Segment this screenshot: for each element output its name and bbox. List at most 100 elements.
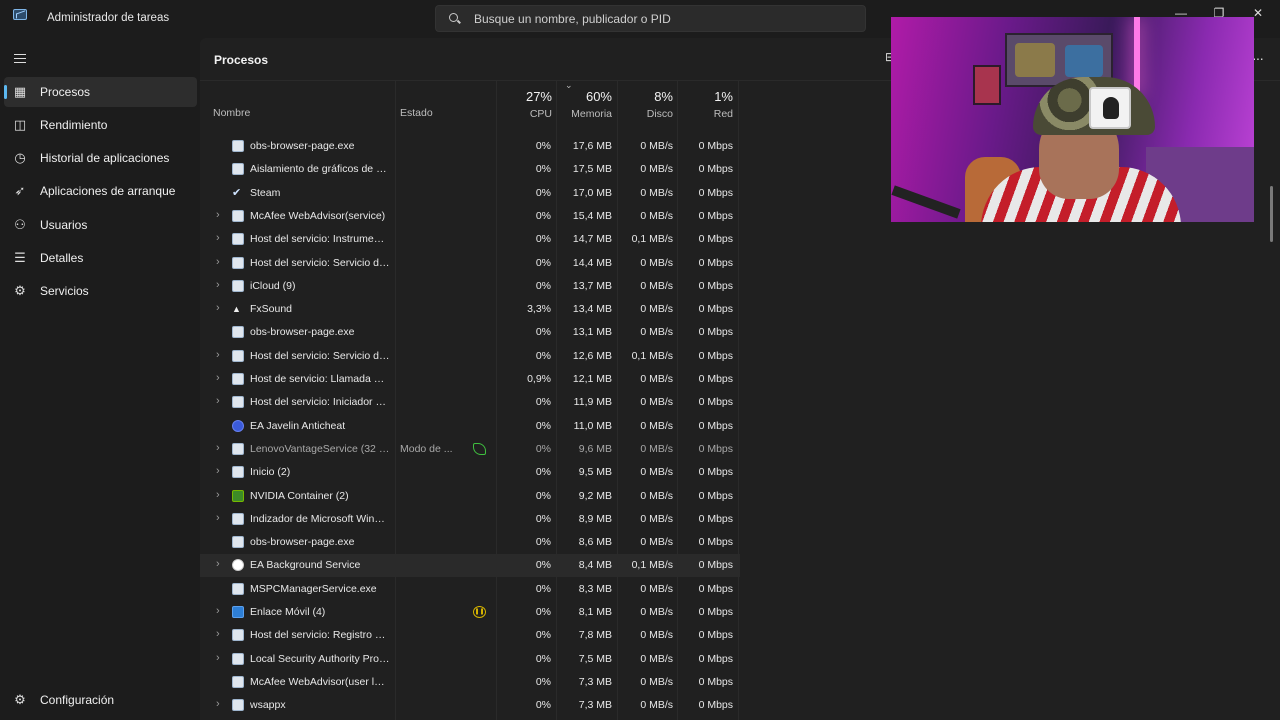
table-row[interactable]: › Host del servicio: Instrumental... 0% 14,… xyxy=(200,228,740,251)
table-row[interactable]: › wsappx 0% 7,3 MB 0 MB/s 0 Mbps xyxy=(200,694,740,717)
memory-value: 7,3 MB xyxy=(578,699,612,712)
sidebar-item-arranque[interactable]: ➶ Aplicaciones de arranque xyxy=(4,176,197,206)
process-name: Host del servicio: Instrumental... xyxy=(250,233,390,246)
table-row[interactable]: › iCloud (9) 0% 13,7 MB 0 MB/s 0 Mbps xyxy=(200,275,740,298)
table-row[interactable]: ✔ Steam 0% 17,0 MB 0 MB/s 0 Mbps xyxy=(200,182,740,205)
column-header-disk[interactable]: 8% Disco xyxy=(617,80,677,120)
expand-chevron-icon[interactable]: › xyxy=(216,489,220,501)
cpu-value: 0% xyxy=(535,209,551,222)
ea-anticheat-icon xyxy=(232,419,244,432)
table-row[interactable]: › Host del servicio: Servicio de ... 0% 12,… xyxy=(200,345,740,368)
table-row[interactable]: › EA Background Service 0% 8,4 MB 0,1 MB/s 0 … xyxy=(200,554,740,578)
disk-value: 0 MB/s xyxy=(640,279,673,292)
search-input[interactable] xyxy=(474,6,854,31)
table-row[interactable]: › Host del servicio: Registro de ... 0% 7,8… xyxy=(200,624,740,647)
table-row[interactable]: › Enlace Móvil (4) 0% 8,1 MB 0 MB/s 0 Mbps ❚❚ xyxy=(200,601,740,624)
disk-value: 0 MB/s xyxy=(640,140,673,152)
expand-chevron-icon[interactable]: › xyxy=(216,209,220,221)
column-header-network[interactable]: 1% Red xyxy=(677,80,737,120)
expand-chevron-icon[interactable]: › xyxy=(216,395,220,407)
disk-value: 0 MB/s xyxy=(640,582,673,595)
disk-total: 8% xyxy=(654,89,673,104)
memory-value: 9,6 MB xyxy=(578,442,612,455)
cpu-value: 0% xyxy=(535,186,551,199)
network-value: 0 Mbps xyxy=(698,489,733,502)
table-row[interactable]: › NVIDIA Container (2) 0% 9,2 MB 0 MB/s 0 Mbp… xyxy=(200,485,740,508)
network-value: 0 Mbps xyxy=(698,373,733,385)
expand-chevron-icon[interactable]: › xyxy=(216,605,220,617)
expand-chevron-icon[interactable]: › xyxy=(216,652,220,664)
table-row[interactable]: EA Javelin Anticheat 0% 11,0 MB 0 MB/s 0 Mbp… xyxy=(200,415,740,438)
network-value: 0 Mbps xyxy=(698,675,733,688)
memory-value: 8,4 MB xyxy=(578,559,612,572)
table-row[interactable]: › Host de servicio: Llamada a pr... 0,9% 12… xyxy=(200,368,740,391)
column-header-status[interactable]: Estado xyxy=(400,107,433,119)
sidebar-item-detalles[interactable]: ☰ Detalles xyxy=(4,243,197,273)
network-value: 0 Mbps xyxy=(698,606,733,618)
service-host-icon xyxy=(232,699,244,712)
table-row[interactable]: obs-browser-page.exe 0% 8,6 MB 0 MB/s 0 Mbps xyxy=(200,531,740,554)
table-row[interactable]: › Host del servicio: Servicio de r... 0% 14… xyxy=(200,252,740,275)
sidebar-item-servicios[interactable]: ⚙ Servicios xyxy=(4,276,197,306)
disk-value: 0 MB/s xyxy=(640,606,673,618)
expand-chevron-icon[interactable]: › xyxy=(216,349,220,361)
table-row[interactable]: Aislamiento de gráficos de dis... 0% 17,5 … xyxy=(200,158,740,181)
network-value: 0 Mbps xyxy=(698,256,733,269)
process-window-icon xyxy=(232,442,244,455)
table-row[interactable]: › LenovoVantageService (32 bits) Modo de .… xyxy=(200,438,740,461)
cpu-value: 0% xyxy=(535,349,551,362)
table-row[interactable]: obs-browser-page.exe 0% 13,1 MB 0 MB/s 0 Mbp… xyxy=(200,321,740,344)
memory-label: Memoria xyxy=(571,108,612,120)
table-row[interactable]: › McAfee WebAdvisor(service) 0% 15,4 MB 0 MB… xyxy=(200,205,740,228)
column-header-name[interactable]: Nombre xyxy=(213,107,250,119)
expand-chevron-icon[interactable]: › xyxy=(216,558,220,570)
network-total: 1% xyxy=(714,89,733,104)
table-row[interactable]: › ▲ FxSound 3,3% 13,4 MB 0 MB/s 0 Mbps xyxy=(200,298,740,321)
expand-chevron-icon[interactable]: › xyxy=(216,628,220,640)
sidebar-item-usuarios[interactable]: ⚇ Usuarios xyxy=(4,210,197,240)
table-row[interactable]: › Inicio (2) 0% 9,5 MB 0 MB/s 0 Mbps xyxy=(200,461,740,484)
expand-chevron-icon[interactable]: › xyxy=(216,465,220,477)
disk-value: 0 MB/s xyxy=(640,675,673,688)
network-value: 0 Mbps xyxy=(698,466,733,479)
expand-chevron-icon[interactable]: › xyxy=(216,279,220,291)
table-row[interactable]: McAfee WebAdvisor(user level... 0% 7,3 MB 0… xyxy=(200,671,740,694)
sidebar-item-configuracion[interactable]: ⚙ Configuración xyxy=(4,685,197,715)
disk-value: 0 MB/s xyxy=(640,466,673,479)
process-status: Modo de ... xyxy=(400,442,453,455)
expand-chevron-icon[interactable]: › xyxy=(216,256,220,268)
disk-value: 0 MB/s xyxy=(640,512,673,525)
sidebar-item-procesos[interactable]: ▦ Procesos xyxy=(4,77,197,107)
sidebar-item-rendimiento[interactable]: ◫ Rendimiento xyxy=(4,110,197,140)
expand-chevron-icon[interactable]: › xyxy=(216,372,220,384)
table-row[interactable]: › Indizador de Microsoft Windo... 0% 8,9 MB… xyxy=(200,508,740,531)
memory-value: 9,5 MB xyxy=(578,466,612,479)
expand-chevron-icon[interactable]: › xyxy=(216,302,220,314)
hamburger-menu-icon[interactable] xyxy=(14,54,26,63)
sidebar-item-historial[interactable]: ◷ Historial de aplicaciones xyxy=(4,143,197,173)
process-name: EA Javelin Anticheat xyxy=(250,419,346,432)
expand-chevron-icon[interactable]: › xyxy=(216,442,220,454)
expand-chevron-icon[interactable]: › xyxy=(216,512,220,524)
table-row[interactable]: obs-browser-page.exe 0% 17,6 MB 0 MB/s 0 Mbp… xyxy=(200,135,740,158)
network-value: 0 Mbps xyxy=(698,326,733,339)
cpu-value: 0% xyxy=(535,489,551,502)
table-row[interactable]: › Host del servicio: Iniciador de ... 0% 11… xyxy=(200,391,740,414)
network-value: 0 Mbps xyxy=(698,349,733,362)
cpu-value: 0% xyxy=(535,536,551,549)
memory-value: 11,0 MB xyxy=(573,419,612,432)
expand-chevron-icon[interactable]: › xyxy=(216,698,220,710)
sidebar-item-label: Detalles xyxy=(40,251,84,265)
table-row[interactable]: MSPCManagerService.exe 0% 8,3 MB 0 MB/s 0 Mb… xyxy=(200,578,740,601)
column-header-memory[interactable]: 60% Memoria xyxy=(556,80,616,120)
scrollbar-thumb[interactable] xyxy=(1270,186,1273,242)
network-value: 0 Mbps xyxy=(698,233,733,246)
wall-frame xyxy=(973,65,1001,105)
process-name: Host del servicio: Iniciador de ... xyxy=(250,396,390,409)
cpu-value: 0% xyxy=(535,675,551,688)
column-header-cpu[interactable]: 27% CPU xyxy=(496,80,556,120)
disk-value: 0 MB/s xyxy=(640,652,673,665)
expand-chevron-icon[interactable]: › xyxy=(216,232,220,244)
search-box[interactable] xyxy=(435,5,866,32)
table-row[interactable]: › Local Security Authority Proce... 0% 7,5 … xyxy=(200,648,740,671)
